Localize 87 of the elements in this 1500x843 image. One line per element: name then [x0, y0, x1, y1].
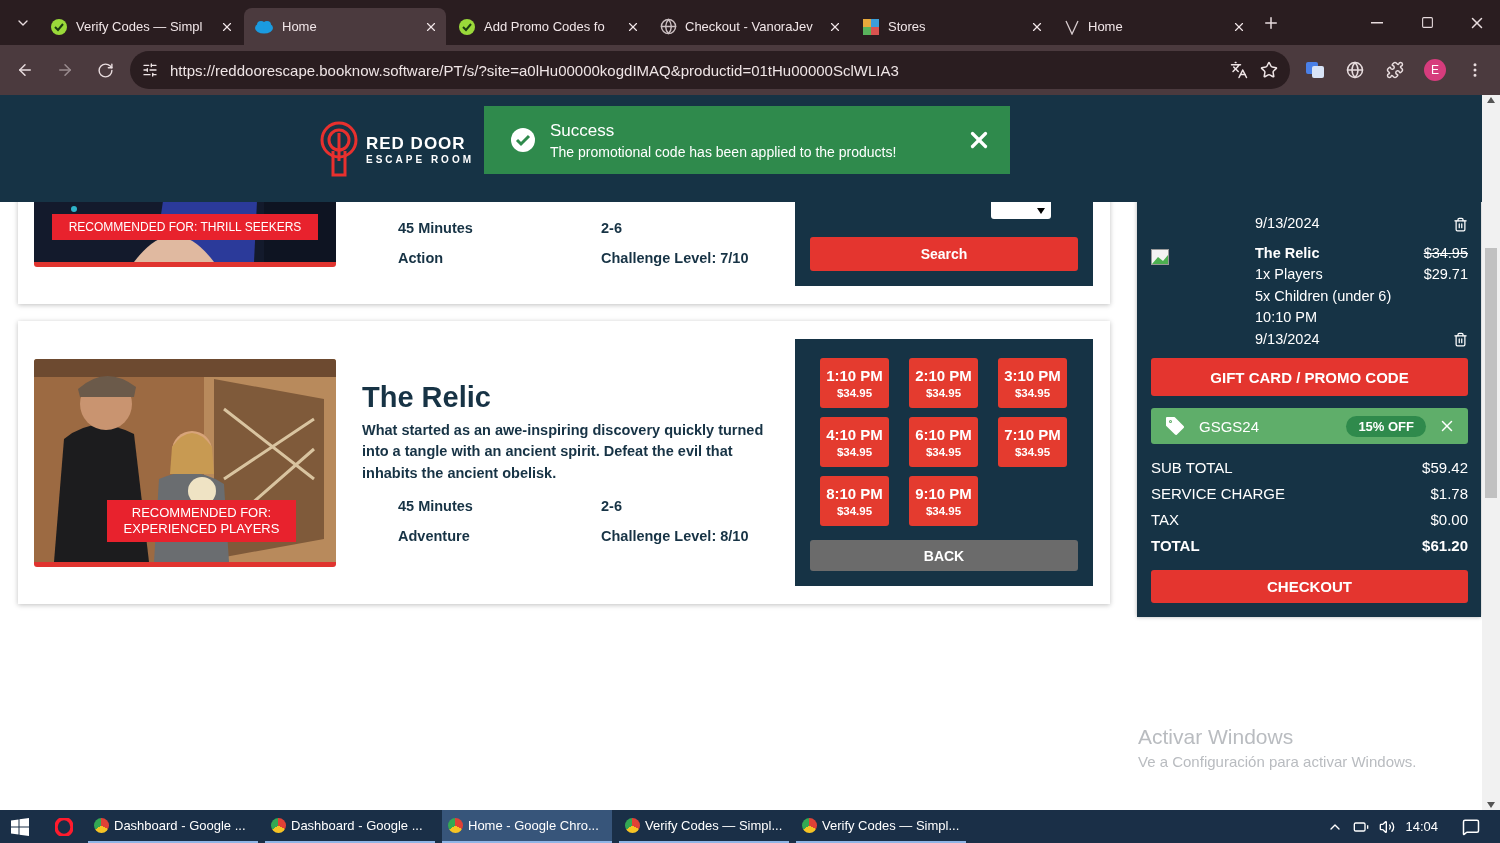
- total-label: SUB TOTAL: [1151, 458, 1233, 476]
- discounted-price: $29.71: [1423, 265, 1468, 284]
- minimize-icon: [1371, 21, 1383, 24]
- genre-text: Action: [398, 250, 445, 266]
- browser-tab[interactable]: Stores: [852, 8, 1052, 45]
- arrow-right-icon: [56, 61, 74, 79]
- check-badge-icon: [50, 17, 68, 36]
- toast-title: Success: [550, 120, 616, 141]
- cart-item-text: 5x Children (under 6): [1255, 286, 1393, 306]
- site-settings-icon[interactable]: [142, 62, 158, 78]
- children-select[interactable]: [991, 202, 1051, 219]
- total-value: $1.78: [1430, 484, 1468, 502]
- scrollbar-thumb[interactable]: [1485, 247, 1497, 498]
- room-title: The Relic: [362, 380, 492, 414]
- tag-icon: [1163, 414, 1187, 438]
- restore-icon: [1420, 16, 1434, 29]
- promo-code-text: GSGS24: [1199, 417, 1261, 435]
- time-slot-button[interactable]: 7:10 PM $34.95: [998, 417, 1067, 467]
- cart-item-text: 1x Players: [1255, 265, 1324, 284]
- genre-text: Adventure: [398, 528, 471, 545]
- total-label: TAX: [1151, 510, 1180, 528]
- original-price: $34.95: [1423, 243, 1468, 263]
- trash-icon[interactable]: [1453, 332, 1468, 347]
- cart-item-text: 9/13/2024: [1255, 329, 1321, 349]
- trash-icon[interactable]: [1453, 216, 1468, 232]
- promo-code-button[interactable]: GIFT CARD / PROMO CODE: [1151, 358, 1468, 396]
- taskbar-item[interactable]: Dashboard - Google ...: [265, 810, 435, 843]
- time-slot-button[interactable]: 3:10 PM $34.95: [998, 358, 1067, 408]
- time-slot-button[interactable]: 9:10 PM $34.95: [909, 476, 978, 526]
- total-value: $61.20: [1422, 536, 1468, 554]
- v-logo-icon: [1064, 18, 1080, 35]
- browser-tab[interactable]: Home: [1054, 8, 1254, 45]
- total-label: SERVICE CHARGE: [1151, 484, 1285, 502]
- cart-item-text: The Relic: [1255, 243, 1321, 263]
- volume-icon[interactable]: [1379, 818, 1396, 835]
- challenge-text: Challenge Level: 7/10: [601, 250, 750, 266]
- taskbar-item[interactable]: Home - Google Chro...: [442, 810, 612, 843]
- activation-title: Activar Windows: [1138, 725, 1295, 749]
- browser-tab[interactable]: Verify Codes — Simpl: [40, 8, 242, 45]
- total-label: TOTAL: [1151, 536, 1200, 554]
- address-bar[interactable]: https://reddoorescape.booknow.software/PT/s/?site=a0lHu00000kogdIMAQ&productid=01tHu00000SclWLIA3: [130, 51, 1290, 89]
- check-badge-icon: [458, 17, 476, 36]
- browser-tab[interactable]: Home: [244, 8, 446, 45]
- scrollbar[interactable]: [1482, 95, 1500, 810]
- duration-text: 45 Minutes: [398, 220, 474, 236]
- time-slot-button[interactable]: 4:10 PM $34.95: [820, 417, 889, 467]
- ring-icon: [55, 817, 73, 836]
- room-description: What started as an awe-inspiring discovery quickly turned into a tangle with an ancient spirit. Defeat the evil that inhabits the ancient obelisk.: [362, 420, 765, 483]
- taskbar-item[interactable]: Dashboard - Google ...: [88, 810, 258, 843]
- scroll-up-icon[interactable]: [1487, 97, 1495, 103]
- tiles-icon: [862, 17, 880, 36]
- reload-icon: [96, 61, 114, 79]
- toast-message: The promotional code has been applied to the products!: [550, 143, 898, 160]
- cart-item-text: 9/13/2024: [1255, 214, 1321, 233]
- taskbar-item[interactable]: Verify Codes — Simpl...: [619, 810, 789, 843]
- time-slot-button[interactable]: 8:10 PM $34.95: [820, 476, 889, 526]
- total-value: $59.42: [1422, 458, 1468, 476]
- taskbar-item[interactable]: Verify Codes — Simpl...: [796, 810, 966, 843]
- activation-subtitle: Ve a Configuración para activar Windows.: [1138, 753, 1417, 770]
- duration-text: 45 Minutes: [398, 498, 474, 515]
- cloud-icon: [254, 19, 274, 34]
- check-circle-icon: [510, 127, 536, 153]
- players-text: 2-6: [601, 220, 623, 236]
- recommendation-badge: RECOMMENDED FOR: EXPERIENCED PLAYERS: [107, 499, 296, 542]
- cart-item-text: 10:10 PM: [1255, 308, 1319, 327]
- notifications-icon[interactable]: [1462, 817, 1480, 836]
- discount-badge: 15% OFF: [1346, 415, 1426, 437]
- back-button[interactable]: BACK: [810, 540, 1078, 571]
- windows-logo-icon: [11, 817, 29, 836]
- scroll-down-icon[interactable]: [1487, 802, 1495, 808]
- logo: RED DOOR ESCAPE ROOM: [320, 121, 474, 177]
- recommendation-badge: RECOMMENDED FOR: THRILL SEEKERS: [52, 213, 318, 240]
- time-slot-button[interactable]: 6:10 PM $34.95: [909, 417, 978, 467]
- translate-icon[interactable]: [1230, 61, 1248, 79]
- time-slot-button[interactable]: 1:10 PM $34.95: [820, 358, 889, 408]
- players-text: 2-6: [601, 498, 623, 515]
- browser-tab[interactable]: Checkout - VanoraJev: [650, 8, 850, 45]
- caret-icon: [1037, 208, 1045, 214]
- bookmark-star-icon[interactable]: [1260, 61, 1278, 79]
- total-value: $0.00: [1430, 510, 1468, 528]
- clock-text[interactable]: 14:04: [1405, 819, 1438, 834]
- time-slot-button[interactable]: 2:10 PM $34.95: [909, 358, 978, 408]
- search-button[interactable]: Search: [810, 237, 1078, 271]
- checkout-button[interactable]: CHECKOUT: [1151, 570, 1468, 603]
- challenge-text: Challenge Level: 8/10: [601, 528, 750, 545]
- globe-icon: [660, 18, 677, 35]
- browser-tab[interactable]: Add Promo Codes fo: [448, 8, 648, 45]
